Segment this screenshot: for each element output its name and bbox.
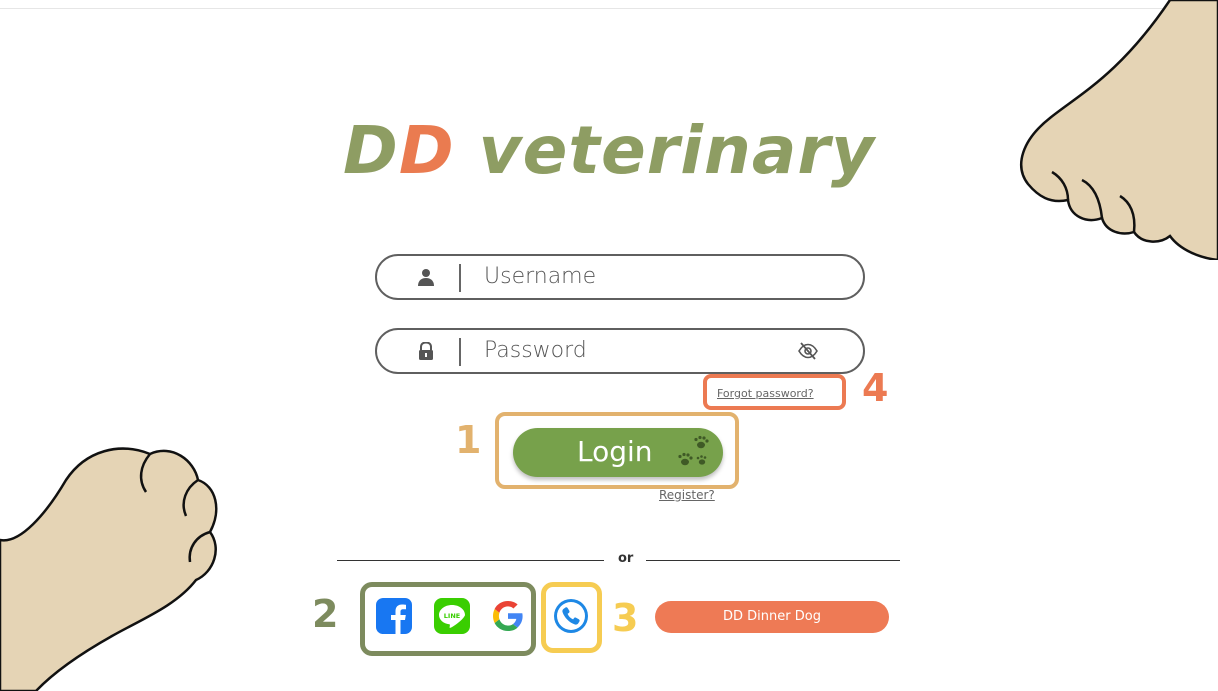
login-label: Login: [577, 435, 653, 468]
app-title: DD veterinary: [0, 112, 1218, 189]
title-veterinary: veterinary: [454, 112, 875, 189]
title-d2: D: [398, 112, 455, 189]
annotation-number-2: 2: [312, 592, 339, 636]
register-link[interactable]: Register?: [659, 488, 715, 502]
forgot-password-link[interactable]: Forgot password?: [717, 387, 814, 400]
user-icon: [418, 269, 434, 286]
annotation-number-1: 1: [455, 418, 482, 462]
paw-prints-icon: [678, 435, 709, 466]
lock-icon: [419, 342, 433, 360]
annotation-number-3: 3: [612, 596, 639, 640]
username-input[interactable]: Username: [484, 264, 596, 289]
login-button[interactable]: Login: [513, 428, 723, 477]
password-separator: [459, 338, 461, 366]
paw-bottom-left-illustration: [0, 447, 218, 691]
separator-line-left: [337, 560, 604, 561]
password-field[interactable]: Password: [375, 328, 865, 374]
google-icon[interactable]: [490, 598, 526, 634]
dd-dinner-dog-button[interactable]: DD Dinner Dog: [655, 601, 889, 633]
separator-line-right: [646, 560, 900, 561]
password-input[interactable]: Password: [484, 338, 587, 363]
annotation-number-4: 4: [862, 366, 889, 410]
facebook-icon[interactable]: [376, 598, 412, 634]
eye-slash-icon[interactable]: [797, 341, 819, 361]
username-separator: [459, 264, 461, 292]
line-icon[interactable]: LINE: [434, 598, 470, 634]
svg-text:LINE: LINE: [444, 612, 460, 620]
phone-icon[interactable]: [553, 598, 589, 634]
title-d1: D: [343, 112, 399, 189]
separator-or: or: [618, 551, 634, 566]
username-field[interactable]: Username: [375, 254, 865, 300]
